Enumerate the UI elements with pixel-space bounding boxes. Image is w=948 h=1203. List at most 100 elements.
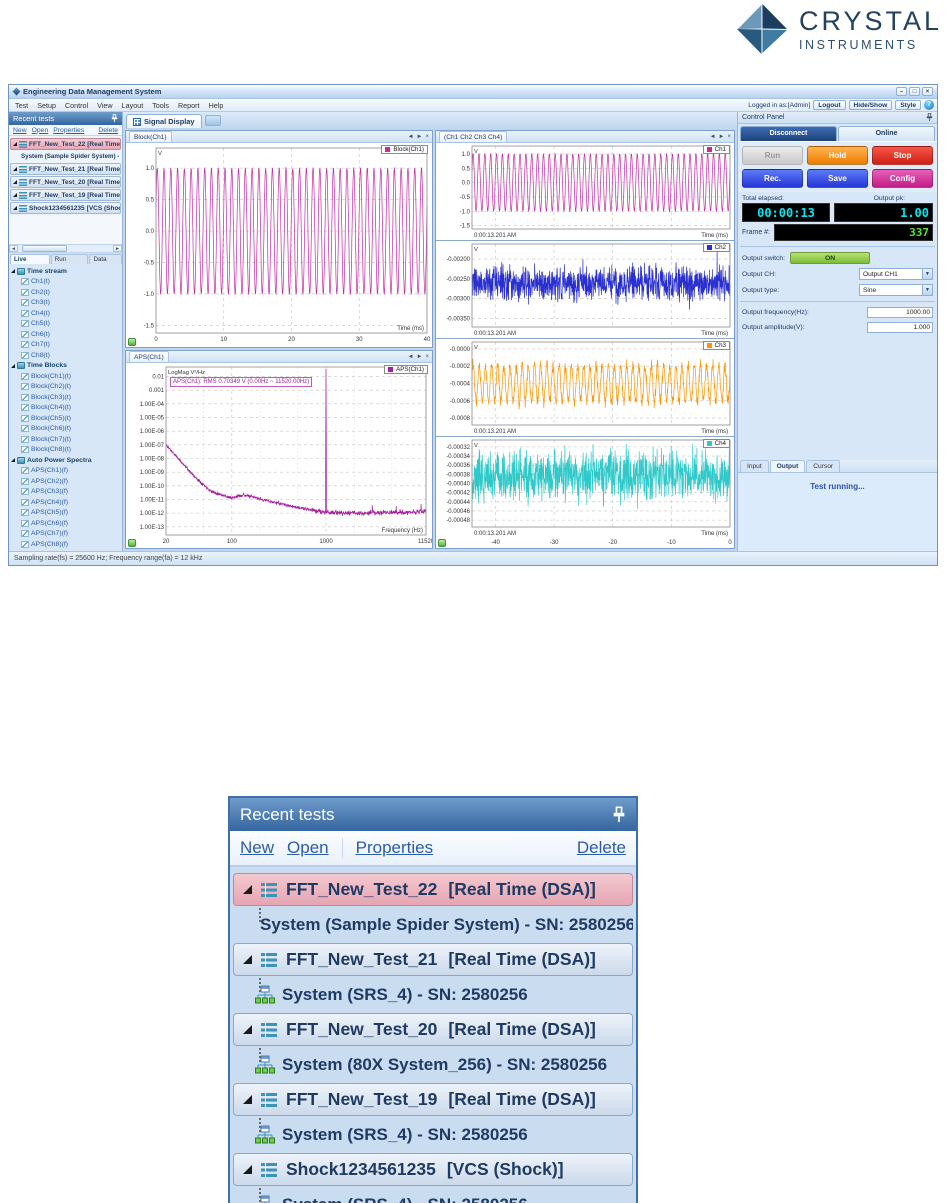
dock-right-icon[interactable]: ► [417, 354, 423, 360]
tree-group-row[interactable]: Time stream [11, 266, 122, 277]
close-panel-icon[interactable]: × [727, 134, 731, 140]
recent-test-row[interactable]: FFT_New_Test_22[Real Time (DSA)] [233, 873, 633, 906]
tree-signal-item[interactable]: Block(Ch3)(t) [11, 392, 122, 403]
dock-right-icon[interactable]: ► [417, 134, 423, 140]
output-ch-select[interactable]: Output CH1 ▼ [859, 268, 933, 280]
tab-data-files[interactable]: Data Files [89, 254, 122, 273]
tree-signal-item[interactable]: APS(Ch5)(f) [11, 508, 122, 519]
output-switch-toggle[interactable]: ON [790, 252, 871, 264]
expander-icon[interactable] [11, 269, 15, 274]
recent-test-row[interactable]: FFT_New_Test_19[Real Time (DSA)] [10, 189, 121, 201]
pin-icon[interactable] [926, 113, 933, 122]
menu-item-report[interactable]: Report [178, 101, 200, 110]
scroll-right-icon[interactable]: ► [113, 245, 122, 252]
tree-signal-item[interactable]: Ch1(t) [11, 277, 122, 288]
tree-signal-item[interactable]: Block(Ch7)(t) [11, 434, 122, 445]
dock-left-icon[interactable]: ◄ [710, 134, 716, 140]
dock-right-icon[interactable]: ► [719, 134, 725, 140]
recent-test-row[interactable]: FFT_New_Test_22[Real Time (DSA)] [10, 138, 121, 150]
ch2-chart[interactable]: -0.00200 -0.00250 -0.00300 -0.00350 V 0:00:13… [436, 241, 734, 339]
tab-disconnect[interactable]: Disconnect [740, 126, 837, 141]
open-test-link[interactable]: Open [287, 838, 329, 858]
panel-dock-controls[interactable]: ◄ ► × [710, 134, 731, 140]
stop-button[interactable]: Stop [872, 146, 933, 165]
tree-group-row[interactable]: Auto Power Spectra [11, 455, 122, 466]
style-button[interactable]: Style [895, 100, 921, 110]
menu-item-test[interactable]: Test [15, 101, 28, 110]
expander-icon[interactable] [11, 363, 15, 368]
expander-icon[interactable] [13, 206, 17, 210]
menu-item-view[interactable]: View [97, 101, 112, 110]
expander-icon[interactable] [243, 955, 252, 964]
tree-signal-item[interactable]: Block(Ch2)(t) [11, 382, 122, 393]
expander-icon[interactable] [13, 180, 17, 184]
expander-icon[interactable] [13, 193, 17, 197]
test-system-row[interactable]: System (80X System_256) - SN: 2580256 [233, 1048, 633, 1081]
recent-test-row[interactable]: FFT_New_Test_20 [Real Time (DSA)] [233, 1013, 633, 1046]
tab-run-folders[interactable]: Run Folders [50, 254, 89, 273]
hide-show-button[interactable]: Hide/Show [848, 100, 893, 110]
hold-button[interactable]: Hold [807, 146, 868, 165]
panel-dock-controls[interactable]: ◄ ► × [408, 134, 429, 140]
recent-test-row[interactable]: FFT_New_Test_21 [Real Time (DSA)] [233, 943, 633, 976]
close-panel-icon[interactable]: × [425, 134, 429, 140]
expander-icon[interactable] [243, 885, 252, 894]
tab-output[interactable]: Output [769, 460, 806, 472]
cursor-toggle-icon[interactable] [438, 539, 446, 547]
output-amplitude-field[interactable]: 1.000 [867, 322, 933, 333]
delete-test-link[interactable]: Delete [98, 127, 118, 134]
test-system-row[interactable]: System (SRS_4) - SN: 2580256 [233, 1188, 633, 1203]
dock-left-icon[interactable]: ◄ [408, 354, 414, 360]
close-panel-icon[interactable]: × [425, 354, 429, 360]
scroll-left-icon[interactable]: ◄ [9, 245, 18, 252]
tree-signal-item[interactable]: Block(Ch8)(t) [11, 445, 122, 456]
new-tab-icon[interactable] [204, 115, 221, 126]
expander-icon[interactable] [13, 142, 17, 146]
menu-item-setup[interactable]: Setup [37, 101, 56, 110]
delete-test-link[interactable]: Delete [577, 838, 626, 858]
tree-signal-item[interactable]: APS(Ch7)(f) [11, 529, 122, 540]
tree-signal-item[interactable]: Ch3(t) [11, 298, 122, 309]
maximize-button[interactable]: □ [909, 87, 920, 96]
tab-signal-display[interactable]: Signal Display [126, 114, 202, 128]
ch3-chart[interactable]: -0.0000 -0.0002 -0.0004 -0.0006 -0.0008 V 0:00… [436, 339, 734, 437]
rec-button[interactable]: Rec. [742, 169, 803, 188]
test-system-row[interactable]: System (SRS_4) - SN: 2580256 [233, 978, 633, 1011]
save-button[interactable]: Save [807, 169, 868, 188]
panel-multi-title[interactable]: (Ch1 Ch2 Ch3 Ch4) [439, 131, 508, 142]
aps-ch1-chart[interactable]: APS(Ch1): RMS 0.70349 V (0.00Hz ~ 11520.… [126, 363, 432, 548]
tree-signal-item[interactable]: Ch4(t) [11, 308, 122, 319]
expander-icon[interactable] [11, 458, 15, 463]
panel-block-title[interactable]: Block(Ch1) [129, 131, 172, 142]
minimize-button[interactable]: – [896, 87, 907, 96]
tree-signal-item[interactable]: Ch6(t) [11, 329, 122, 340]
tree-signal-item[interactable]: APS(Ch3)(f) [11, 487, 122, 498]
expander-icon[interactable] [243, 1025, 252, 1034]
tree-signal-item[interactable]: APS(Ch6)(f) [11, 518, 122, 529]
open-test-link[interactable]: Open [32, 127, 49, 134]
tree-signal-item[interactable]: APS(Ch2)(f) [11, 476, 122, 487]
help-icon[interactable]: ? [924, 100, 934, 110]
logout-button[interactable]: Logout [813, 100, 846, 110]
cursor-toggle-icon[interactable] [128, 539, 136, 547]
test-system-row[interactable]: System (SRS_4) - SN: 2580256 [233, 1118, 633, 1151]
tab-online[interactable]: Online [838, 126, 935, 141]
menu-item-help[interactable]: Help [209, 101, 224, 110]
test-system-row[interactable]: System (Sample Spider System) - SN: 2580… [233, 908, 633, 941]
tree-group-row[interactable]: Time Blocks [11, 361, 122, 372]
recent-test-row[interactable]: Shock1234561235[VCS (Shock)] [10, 202, 121, 214]
output-type-select[interactable]: Sine ▼ [859, 284, 933, 296]
tree-signal-item[interactable]: Ch5(t) [11, 319, 122, 330]
expander-icon[interactable] [243, 1095, 252, 1104]
horizontal-scrollbar[interactable]: ◄ ► [9, 244, 122, 253]
config-button[interactable]: Config [872, 169, 933, 188]
menu-item-control[interactable]: Control [65, 101, 88, 110]
tab-live-signals[interactable]: Live Signals [10, 254, 50, 273]
expander-icon[interactable] [243, 1165, 252, 1174]
new-test-link[interactable]: New [13, 127, 27, 134]
panel-dock-controls[interactable]: ◄ ► × [408, 354, 429, 360]
panel-aps-title[interactable]: APS(Ch1) [129, 351, 169, 362]
tree-signal-item[interactable]: APS(Ch8)(f) [11, 539, 122, 550]
tree-signal-item[interactable]: Ch7(t) [11, 340, 122, 351]
tree-signal-item[interactable]: Block(Ch6)(t) [11, 424, 122, 435]
